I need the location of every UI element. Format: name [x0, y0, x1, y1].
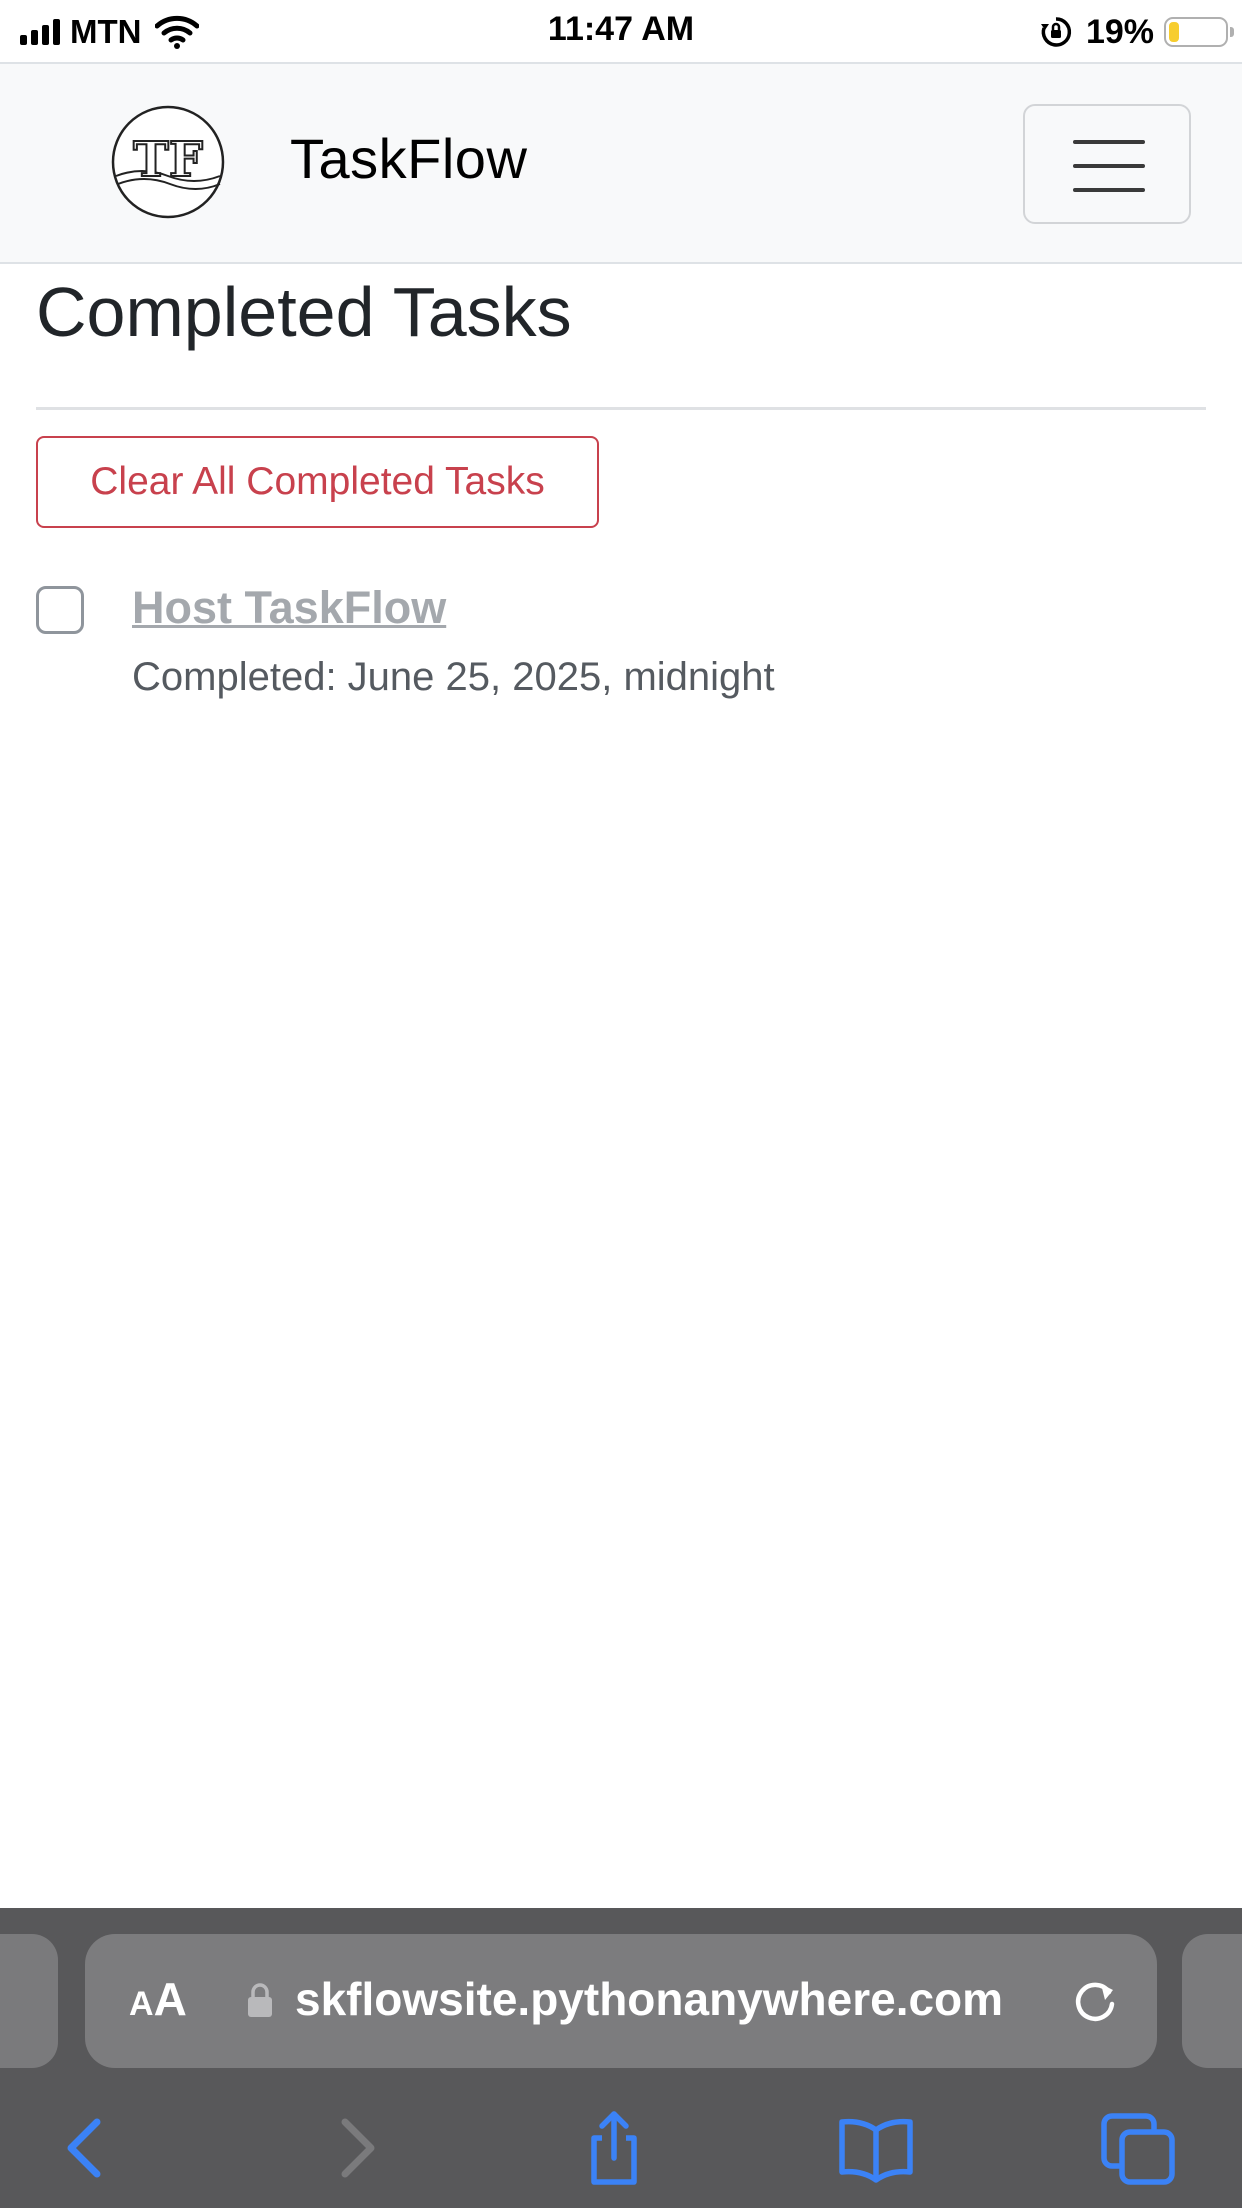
battery-percent: 19%: [1085, 12, 1154, 51]
battery-icon: [1164, 17, 1234, 47]
hamburger-icon: [1073, 164, 1145, 168]
status-right: 19%: [1040, 12, 1234, 52]
bookmarks-icon[interactable]: [836, 2108, 916, 2188]
browser-bottom-bar: AA skflowsite.pythonanywhere.com: [0, 1908, 1242, 2208]
navbar: TF TaskFlow: [0, 62, 1242, 264]
hamburger-icon: [1073, 188, 1145, 192]
lock-icon: [248, 1983, 272, 2017]
divider: [36, 407, 1206, 410]
hamburger-icon: [1073, 140, 1145, 144]
url-text[interactable]: skflowsite.pythonanywhere.com: [295, 1972, 1115, 2026]
back-icon[interactable]: [47, 2108, 127, 2188]
share-icon[interactable]: [574, 2108, 654, 2188]
reload-icon[interactable]: [1067, 1972, 1123, 2028]
clear-completed-button[interactable]: Clear All Completed Tasks: [36, 436, 599, 528]
navbar-toggle-button[interactable]: [1023, 104, 1191, 224]
next-tab-peek[interactable]: [1182, 1934, 1242, 2068]
task-completed-date: Completed: June 25, 2025, midnight: [132, 655, 775, 699]
orientation-lock-icon: [1040, 17, 1072, 47]
tabs-icon[interactable]: [1100, 2108, 1180, 2188]
battery-level: [1169, 22, 1179, 42]
brand-name[interactable]: TaskFlow: [290, 126, 527, 191]
previous-tab-peek[interactable]: [0, 1934, 58, 2068]
page-title: Completed Tasks: [36, 273, 572, 351]
text-size-button[interactable]: AA: [129, 1972, 187, 2026]
task-checkbox[interactable]: [36, 586, 84, 634]
status-bar: MTN 11:47 AM 19%: [0, 0, 1242, 62]
page: MTN 11:47 AM 19% TF TaskFlow Completed T…: [0, 0, 1242, 2208]
logo-text: TF: [133, 132, 203, 188]
forward-icon[interactable]: [315, 2108, 395, 2188]
task-title-link[interactable]: Host TaskFlow: [132, 582, 446, 634]
address-bar[interactable]: AA skflowsite.pythonanywhere.com: [85, 1934, 1157, 2068]
taskflow-logo[interactable]: TF: [110, 104, 226, 220]
